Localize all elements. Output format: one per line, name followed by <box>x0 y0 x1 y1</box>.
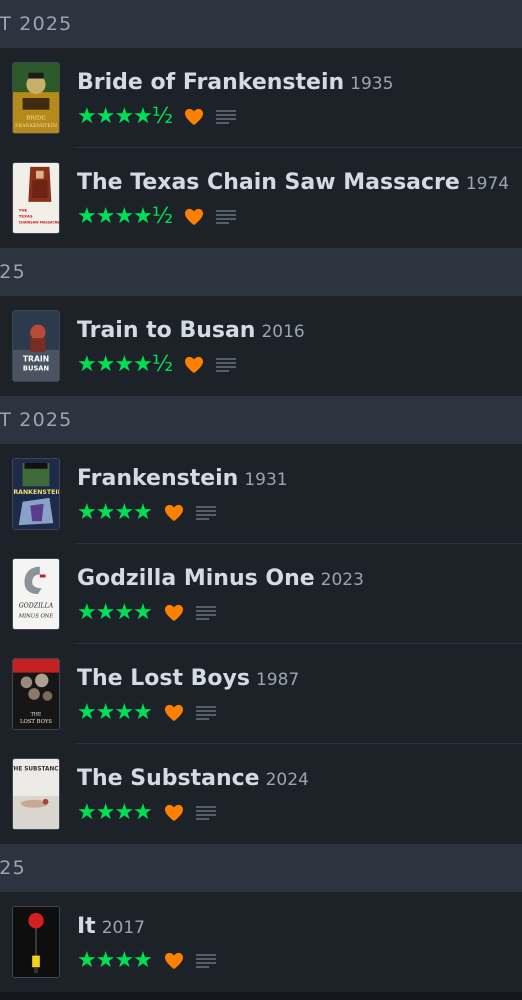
svg-text:BUSAN: BUSAN <box>23 364 50 372</box>
film-year: 1935 <box>350 74 394 94</box>
svg-text:CHAINSAW MASSACRE: CHAINSAW MASSACRE <box>19 220 59 224</box>
the-substance-poster[interactable]: THE SUBSTANCE <box>12 758 60 830</box>
star-rating: ★★★★ <box>77 600 153 625</box>
diary-entry-texas-chain-saw-massacre[interactable]: THE TEXAS CHAINSAW MASSACRE The Texas Ch… <box>0 148 522 248</box>
heart-icon <box>164 604 184 622</box>
entry-info: Train to Busan 2016 ★★★★½ <box>77 316 514 377</box>
train-to-busan-poster[interactable]: TRAIN BUSAN <box>12 310 60 382</box>
month-header: ST 2025 <box>0 0 522 48</box>
film-title[interactable]: It <box>77 914 96 939</box>
month-header: ST 2025 <box>0 396 522 444</box>
heart-icon <box>164 704 184 722</box>
entry-info: The Substance 2024 ★★★★ <box>77 764 514 825</box>
film-year: 2017 <box>101 918 145 938</box>
diary-entry-it[interactable]: It 2017 ★★★★ <box>0 892 522 992</box>
star-rating: ★★★★ <box>77 948 153 973</box>
entry-info: Godzilla Minus One 2023 ★★★★ <box>77 564 514 625</box>
review-icon[interactable] <box>216 109 237 125</box>
month-header-label: 025 <box>0 857 26 879</box>
diary-list: ST 2025 BRIDE FRANKENSTEIN Bride of Fran… <box>0 0 522 1000</box>
star-rating: ★★★★ <box>77 500 153 525</box>
diary-entry-bride-of-frankenstein[interactable]: BRIDE FRANKENSTEIN Bride of Frankenstein… <box>0 48 522 148</box>
film-year: 2016 <box>261 322 305 342</box>
review-icon[interactable] <box>195 805 216 821</box>
review-icon[interactable] <box>195 505 216 521</box>
heart-icon <box>164 504 184 522</box>
star-rating: ★★★★½ <box>77 352 173 377</box>
entry-info: The Texas Chain Saw Massacre 1974 ★★★★½ <box>77 168 514 229</box>
svg-text:GODZILLA: GODZILLA <box>19 603 54 610</box>
film-title[interactable]: The Substance <box>77 766 260 791</box>
heart-icon <box>184 356 204 374</box>
the-lost-boys-poster[interactable]: THE LOST BOYS <box>12 658 60 730</box>
frankenstein-poster[interactable]: FRANKENSTEIN <box>12 458 60 530</box>
heart-icon <box>184 208 204 226</box>
film-title[interactable]: Godzilla Minus One <box>77 566 315 591</box>
svg-text:THE SUBSTANCE: THE SUBSTANCE <box>13 767 59 773</box>
film-year: 1974 <box>465 174 510 194</box>
film-title[interactable]: Bride of Frankenstein <box>77 70 344 95</box>
svg-text:FRANKENSTEIN: FRANKENSTEIN <box>13 489 59 496</box>
entry-info: Frankenstein 1931 ★★★★ <box>77 464 514 525</box>
svg-text:TRAIN: TRAIN <box>23 355 49 364</box>
godzilla-minus-one-poster[interactable]: GODZILLA MINUS ONE <box>12 558 60 630</box>
svg-text:MINUS ONE: MINUS ONE <box>18 613 54 619</box>
month-header-label: ST 2025 <box>0 409 73 431</box>
film-title[interactable]: Train to Busan <box>77 318 255 343</box>
diary-entry-the-substance[interactable]: THE SUBSTANCE The Substance2024 ★★★★ <box>0 744 522 844</box>
film-year: 2024 <box>265 770 309 790</box>
star-rating: ★★★★ <box>77 700 153 725</box>
diary-entry-godzilla-minus-one[interactable]: GODZILLA MINUS ONE Godzilla Minus One 202… <box>0 544 522 644</box>
review-icon[interactable] <box>216 357 237 373</box>
film-title[interactable]: The Lost Boys <box>77 666 250 691</box>
svg-text:THE: THE <box>19 208 28 213</box>
svg-text:LOST BOYS: LOST BOYS <box>20 719 52 725</box>
review-icon[interactable] <box>195 705 216 721</box>
heart-icon <box>164 804 184 822</box>
diary-entry-the-lost-boys[interactable]: THE LOST BOYS The Lost Boys 1987 ★★★★ <box>0 644 522 744</box>
review-icon[interactable] <box>216 209 237 225</box>
diary-entry-train-to-busan[interactable]: TRAIN BUSAN Train to Busan 2016 ★★★★½ <box>0 296 522 396</box>
it-poster[interactable] <box>12 906 60 978</box>
review-icon[interactable] <box>195 953 216 969</box>
film-year: 2023 <box>320 570 364 590</box>
svg-text:THE: THE <box>31 711 42 717</box>
month-header: 025 <box>0 844 522 892</box>
bride-of-frankenstein-poster[interactable]: BRIDE FRANKENSTEIN <box>12 62 60 134</box>
heart-icon <box>184 108 204 126</box>
month-header-label: 025 <box>0 261 26 283</box>
film-title[interactable]: Frankenstein <box>77 466 238 491</box>
star-rating: ★★★★½ <box>77 204 173 229</box>
entry-info: It 2017 ★★★★ <box>77 912 514 973</box>
svg-text:FRANKENSTEIN: FRANKENSTEIN <box>15 123 57 129</box>
entry-info: Bride of Frankenstein 1935 ★★★★½ <box>77 68 514 129</box>
review-icon[interactable] <box>195 605 216 621</box>
svg-text:TEXAS: TEXAS <box>19 213 33 218</box>
diary-entry-frankenstein[interactable]: FRANKENSTEIN Frankenstein 1931 ★★★★ <box>0 444 522 544</box>
star-rating: ★★★★ <box>77 800 153 825</box>
month-header-label: ST 2025 <box>0 13 73 35</box>
texas-chain-saw-massacre-poster[interactable]: THE TEXAS CHAINSAW MASSACRE <box>12 162 60 234</box>
svg-text:BRIDE: BRIDE <box>26 115 46 121</box>
film-year: 1987 <box>255 670 300 690</box>
month-header: 025 <box>0 248 522 296</box>
film-year: 1931 <box>244 470 288 490</box>
entry-info: The Lost Boys 1987 ★★★★ <box>77 664 514 725</box>
film-title[interactable]: The Texas Chain Saw Massacre <box>77 170 460 195</box>
heart-icon <box>164 952 184 970</box>
star-rating: ★★★★½ <box>77 104 173 129</box>
